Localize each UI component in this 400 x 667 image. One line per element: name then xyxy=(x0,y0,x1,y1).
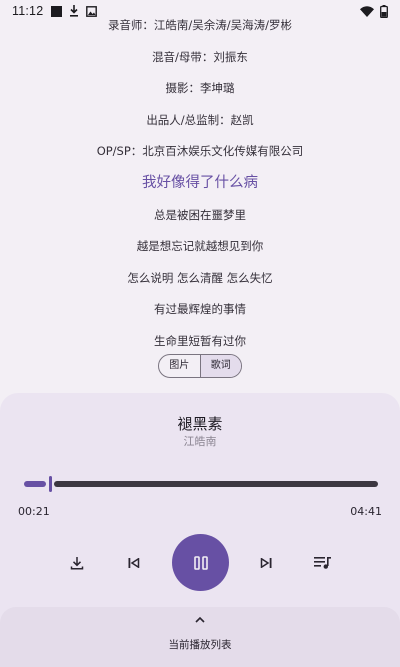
lyric-line[interactable]: 越是想忘记就越想见到你 xyxy=(0,231,400,263)
pause-icon xyxy=(193,555,208,570)
progress-slider[interactable] xyxy=(24,476,378,492)
download-icon xyxy=(70,5,79,17)
elapsed-time: 00:21 xyxy=(18,505,50,518)
lyric-line[interactable]: 有过最辉煌的事情 xyxy=(0,294,400,326)
lyric-line[interactable]: 怎么说明 怎么清醒 怎么失忆 xyxy=(0,263,400,295)
toggle-image-button[interactable]: 图片 xyxy=(159,355,200,377)
lyric-line[interactable]: 出品人/总监制：赵凯 xyxy=(0,105,400,137)
lyric-line[interactable]: 生命里短暂有过你 xyxy=(0,326,400,358)
download-icon xyxy=(70,557,84,570)
play-pause-button[interactable] xyxy=(172,534,229,591)
chevron-up-icon xyxy=(195,616,205,623)
progress-thumb[interactable] xyxy=(49,476,52,492)
toggle-lyrics-button[interactable]: 歌词 xyxy=(199,355,241,377)
wifi-icon xyxy=(360,5,374,17)
lyric-line-current[interactable]: 我好像得了什么病 xyxy=(0,168,400,200)
download-button[interactable] xyxy=(59,534,95,592)
queue-button[interactable] xyxy=(305,534,341,592)
previous-button[interactable] xyxy=(116,534,152,592)
lyric-line[interactable]: 混音/母带：刘振东 xyxy=(0,42,400,74)
lyric-line[interactable]: 总是被困在噩梦里 xyxy=(0,200,400,232)
lyric-line[interactable]: 摄影：李坤璐 xyxy=(0,73,400,105)
photo-icon xyxy=(86,5,98,17)
status-bar: 11:12 xyxy=(0,0,400,22)
total-duration: 04:41 xyxy=(350,505,382,518)
progress-played xyxy=(24,481,46,487)
status-time: 11:12 xyxy=(12,4,44,18)
song-artist[interactable]: 江皓南 xyxy=(0,433,400,449)
progress-remaining xyxy=(54,481,378,487)
black-square-icon xyxy=(51,5,63,17)
next-button[interactable] xyxy=(248,534,284,592)
playback-controls xyxy=(0,534,400,592)
lyrics-view[interactable]: 录音师：江皓南/吴余涛/吴海涛/罗彬 混音/母带：刘振东 摄影：李坤璐 出品人/总监制… xyxy=(0,10,400,358)
lyric-line[interactable]: OP/SP：北京百沐娱乐文化传媒有限公司 xyxy=(0,136,400,168)
view-toggle[interactable]: 图片 歌词 xyxy=(158,354,242,378)
player-panel: 褪黑素 江皓南 00:21 04:41 当前播放列表 xyxy=(0,393,400,667)
skip-previous-icon xyxy=(128,558,140,568)
queue-music-icon xyxy=(314,557,331,569)
queue-sheet-handle[interactable]: 当前播放列表 xyxy=(0,607,400,667)
song-title: 褪黑素 xyxy=(177,415,223,433)
queue-label: 当前播放列表 xyxy=(168,639,232,651)
battery-icon xyxy=(380,4,388,18)
skip-next-icon xyxy=(260,558,272,568)
